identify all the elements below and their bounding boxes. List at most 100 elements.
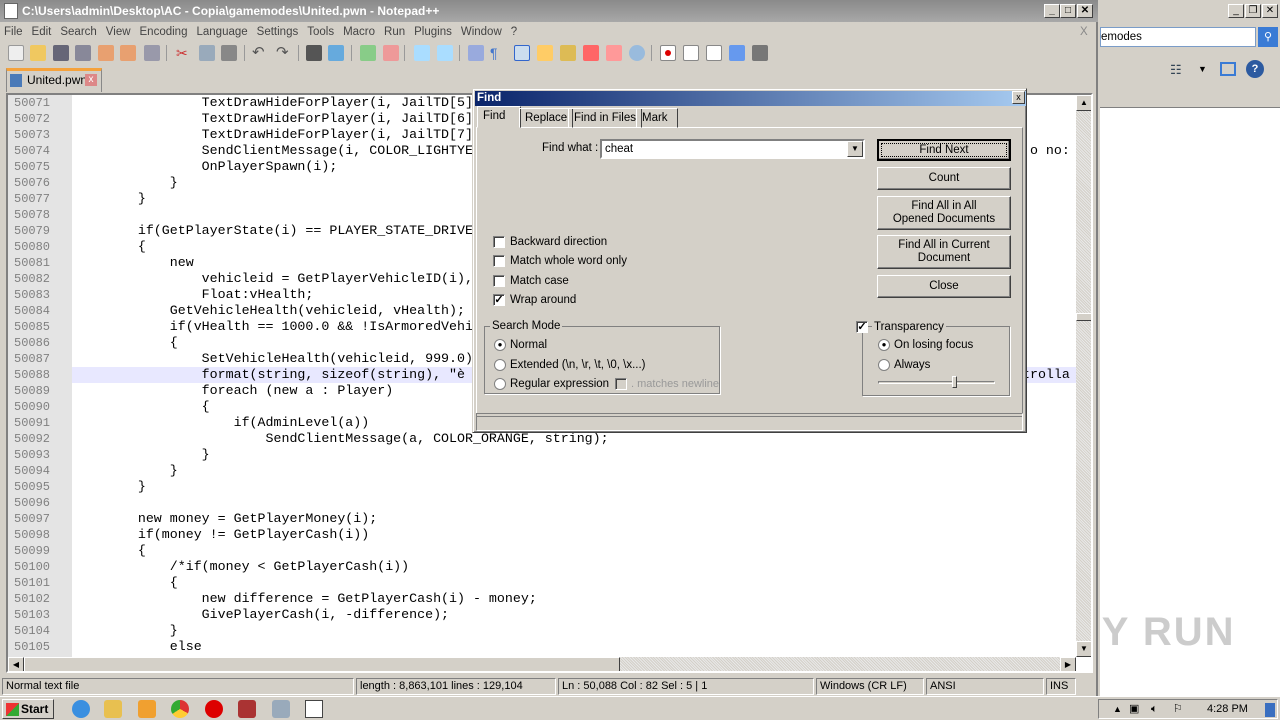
find-all-opened-button[interactable]: Find All in All Opened Documents (877, 196, 1011, 230)
close-document-button[interactable]: X (1080, 22, 1088, 42)
function-list-icon[interactable] (560, 45, 576, 61)
tab-close-icon[interactable]: x (85, 74, 97, 86)
copy-icon[interactable] (199, 45, 215, 61)
menu-tools[interactable]: Tools (303, 22, 339, 42)
close-file-icon[interactable] (98, 45, 114, 61)
chevron-down-icon[interactable]: ▼ (1198, 64, 1207, 74)
paste-icon[interactable] (221, 45, 237, 61)
find-all-current-button[interactable]: Find All in Current Document (877, 235, 1011, 269)
menu-view[interactable]: View (102, 22, 136, 42)
indent-guide-icon[interactable] (514, 45, 530, 61)
match-case-checkbox[interactable] (493, 275, 505, 287)
ie-icon[interactable] (72, 700, 90, 718)
monitoring-icon[interactable] (629, 45, 645, 61)
on-losing-focus-radio[interactable]: ● (878, 339, 890, 351)
scroll-up-button[interactable]: ▲ (1076, 95, 1091, 111)
notepadpp-taskbar-icon[interactable] (305, 700, 323, 718)
find-next-button[interactable]: Find Next (877, 139, 1011, 161)
horizontal-scrollbar[interactable]: ◀ ▶ (8, 657, 1076, 671)
mode-regex-radio[interactable] (494, 378, 506, 390)
scroll-right-button[interactable]: ▶ (1060, 657, 1076, 671)
maximize-button[interactable]: □ (1060, 4, 1076, 18)
transparency-checkbox[interactable]: ✓ (856, 321, 868, 333)
explorer-icon[interactable] (104, 700, 122, 718)
menu-encoding[interactable]: Encoding (136, 22, 193, 42)
menu-edit[interactable]: Edit (28, 22, 57, 42)
mode-extended-radio[interactable] (494, 359, 506, 371)
help-icon[interactable]: ? (1246, 60, 1264, 78)
opera-icon[interactable] (205, 700, 223, 718)
transparency-slider-thumb[interactable] (951, 376, 957, 388)
tab-mark[interactable]: Mark (636, 108, 678, 128)
save-macro-icon[interactable] (752, 45, 768, 61)
preview-pane-icon[interactable] (1220, 62, 1236, 76)
match-whole-word-checkbox[interactable] (493, 255, 505, 267)
folder-workspace-icon[interactable] (583, 45, 599, 61)
save-all-icon[interactable] (75, 45, 91, 61)
tab-replace[interactable]: Replace (519, 108, 574, 128)
search-icon[interactable]: ⚲ (1258, 27, 1278, 47)
menu-help[interactable]: ? (507, 22, 522, 42)
new-file-icon[interactable] (8, 45, 24, 61)
view-list-icon[interactable]: ☷ (1170, 62, 1182, 78)
volume-icon[interactable]: 🔈︎ (1151, 700, 1158, 718)
zoom-out-icon[interactable] (383, 45, 399, 61)
tab-united-pwn[interactable]: United.pwn x (6, 68, 102, 92)
find-icon[interactable] (306, 45, 322, 61)
tab-find-in-files[interactable]: Find in Files (568, 108, 642, 128)
save-icon[interactable] (53, 45, 69, 61)
flag-icon[interactable]: ⚐ (1173, 700, 1183, 718)
tab-find[interactable]: Find (477, 106, 521, 128)
undo-icon[interactable]: ↶ (252, 45, 268, 61)
find-close-icon[interactable]: x (1012, 91, 1025, 104)
minimize-button[interactable]: _ (1044, 4, 1060, 18)
stop-macro-icon[interactable] (683, 45, 699, 61)
mode-normal-radio[interactable]: ● (494, 339, 506, 351)
run-macro-multiple-icon[interactable] (729, 45, 745, 61)
media-player-icon[interactable] (138, 700, 156, 718)
winrar-icon[interactable] (238, 700, 256, 718)
show-desktop-button[interactable] (1265, 703, 1275, 717)
network-icon[interactable]: ▣ (1129, 700, 1139, 718)
doc-map-icon[interactable] (537, 45, 553, 61)
scroll-left-button[interactable]: ◀ (8, 657, 24, 671)
bg-close-button[interactable]: ✕ (1262, 4, 1278, 18)
sync-vertical-icon[interactable] (414, 45, 430, 61)
print-icon[interactable] (144, 45, 160, 61)
sync-horizontal-icon[interactable] (437, 45, 453, 61)
menu-search[interactable]: Search (56, 22, 101, 42)
redo-icon[interactable]: ↷ (276, 45, 292, 61)
find-what-input[interactable]: cheat ▼ (600, 139, 865, 159)
start-button[interactable]: Start (2, 699, 54, 719)
close-button-find[interactable]: Close (877, 275, 1011, 298)
replace-icon[interactable] (328, 45, 344, 61)
clock[interactable]: 4:28 PM (1207, 700, 1248, 718)
zoom-in-icon[interactable] (360, 45, 376, 61)
cut-icon[interactable]: ✂ (176, 45, 192, 61)
horizontal-scroll-thumb[interactable] (24, 657, 620, 671)
vertical-scrollbar[interactable]: ▲ ▼ (1076, 95, 1091, 657)
show-all-chars-icon[interactable]: ¶ (490, 45, 506, 61)
bg-restore-button[interactable]: ❐ (1245, 4, 1261, 18)
menu-language[interactable]: Language (192, 22, 252, 42)
menu-file[interactable]: File (0, 22, 28, 42)
menu-run[interactable]: Run (380, 22, 410, 42)
find-history-dropdown[interactable]: ▼ (847, 141, 863, 157)
vertical-scroll-thumb[interactable] (1076, 313, 1091, 321)
bg-minimize-button[interactable]: _ (1228, 4, 1244, 18)
always-radio[interactable] (878, 359, 890, 371)
menu-settings[interactable]: Settings (253, 22, 304, 42)
menu-window[interactable]: Window (457, 22, 507, 42)
show-hidden-icons[interactable]: ▲ (1113, 700, 1122, 718)
menu-macro[interactable]: Macro (339, 22, 380, 42)
wrap-around-checkbox[interactable]: ✓ (493, 294, 505, 306)
chrome-icon[interactable] (171, 700, 189, 718)
close-button[interactable]: ✕ (1077, 4, 1093, 18)
open-file-icon[interactable] (30, 45, 46, 61)
record-macro-icon[interactable] (660, 45, 676, 61)
menu-plugins[interactable]: Plugins (410, 22, 457, 42)
scroll-down-button[interactable]: ▼ (1076, 641, 1091, 657)
play-macro-icon[interactable] (706, 45, 722, 61)
bg-search-input[interactable]: emodes (1100, 27, 1256, 47)
backward-direction-checkbox[interactable] (493, 236, 505, 248)
